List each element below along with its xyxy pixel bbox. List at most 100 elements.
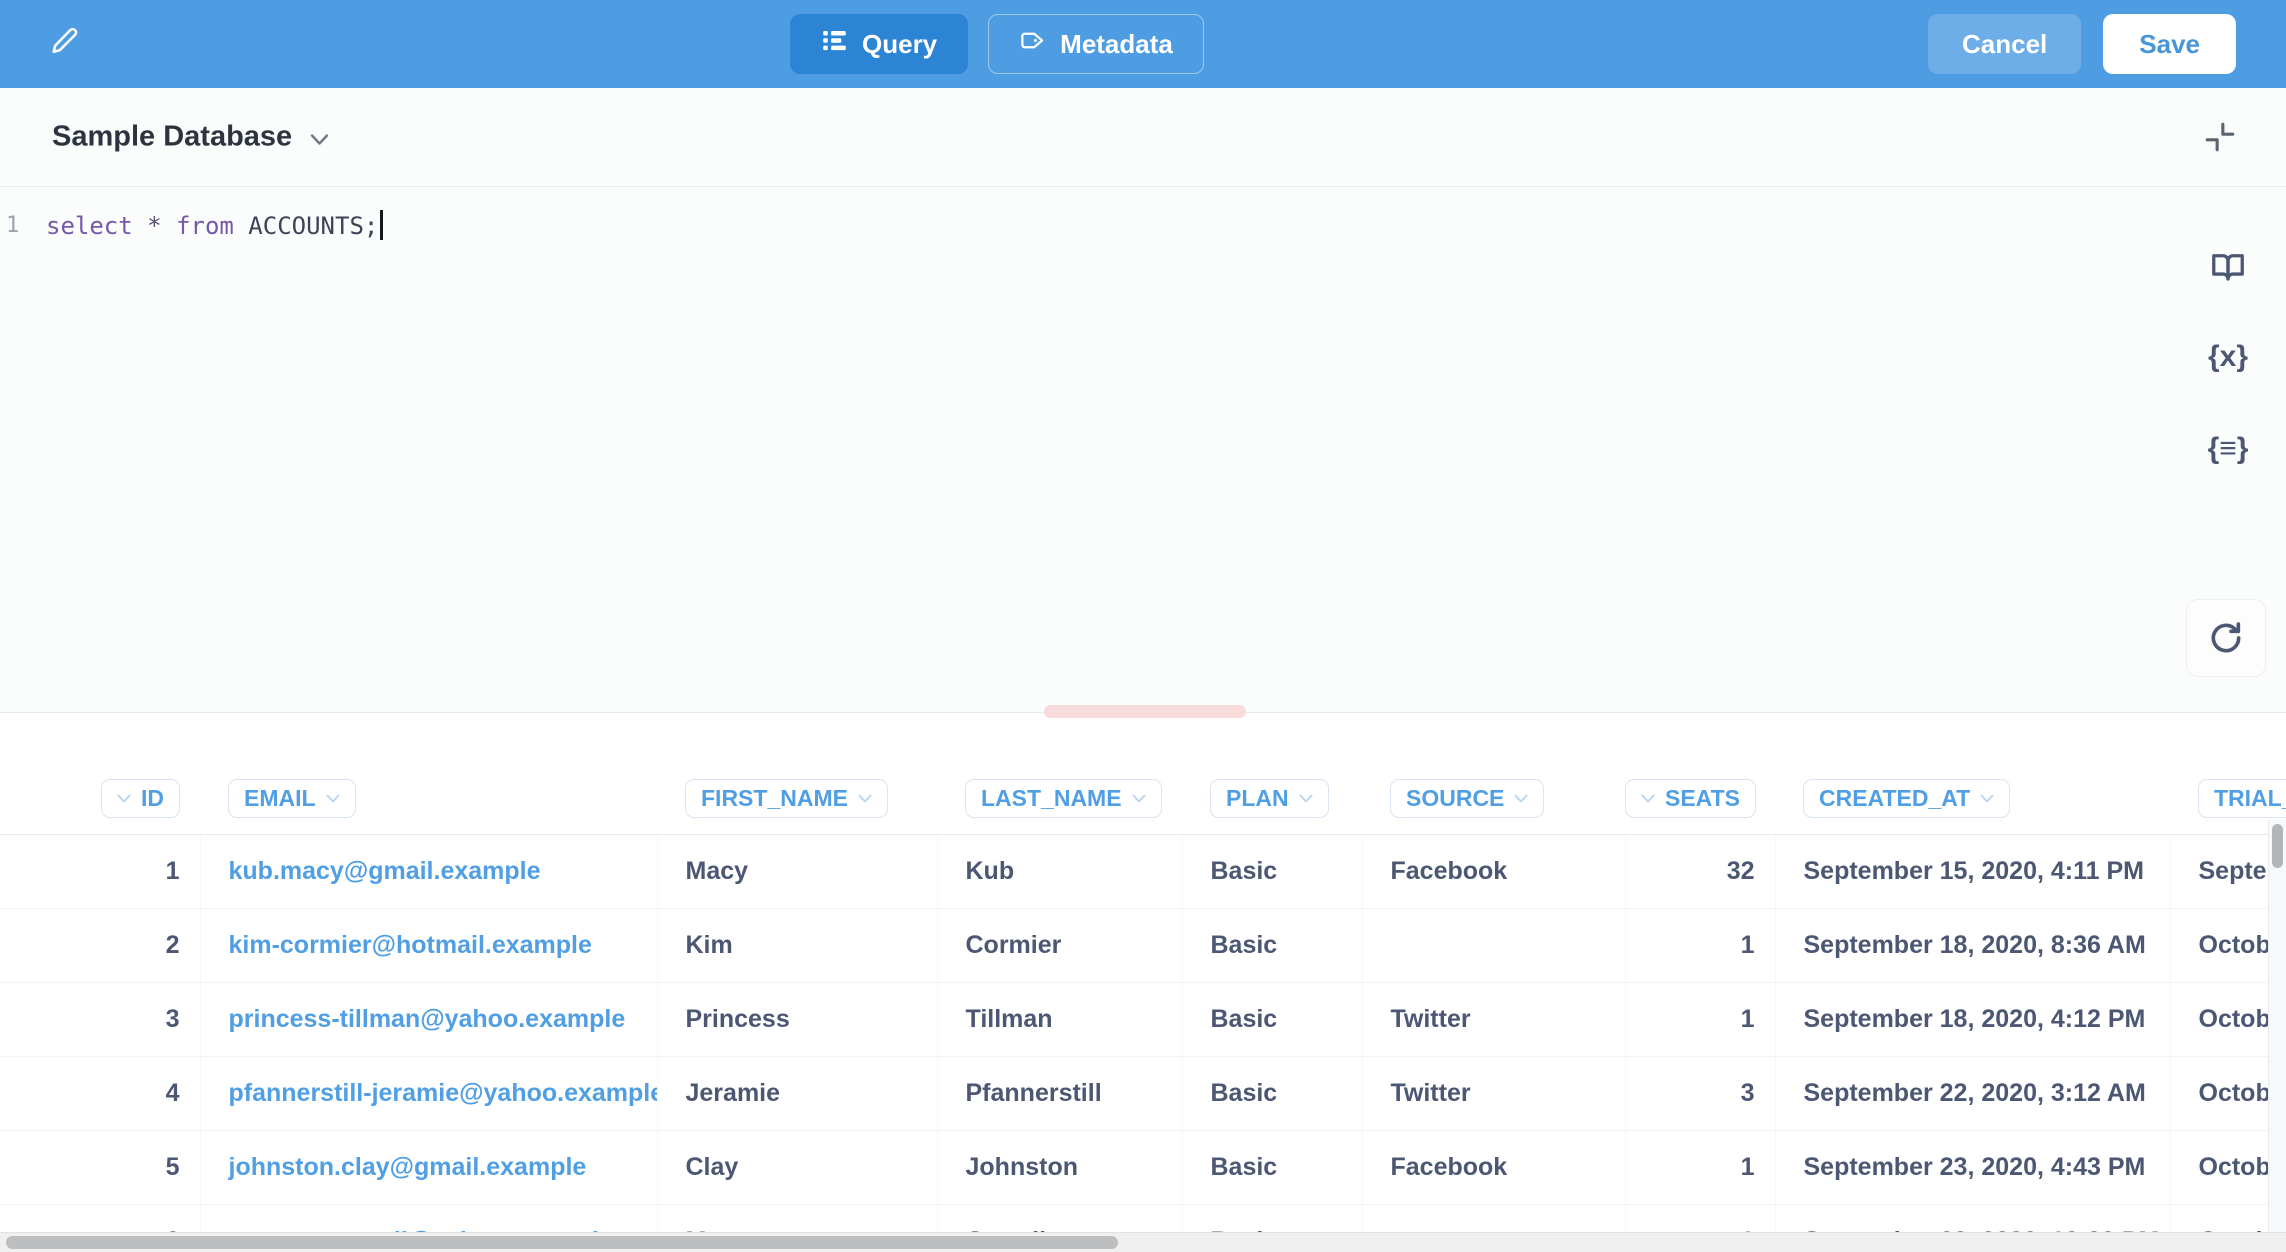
table-row: 1kub.macy@gmail.exampleMacyKubBasicFaceb… [0, 835, 2286, 909]
sql-code-row: 1 select * from ACCOUNTS; [0, 209, 2166, 243]
tag-icon [1019, 27, 1046, 61]
column-header-cell: FIRST_NAME [657, 713, 937, 835]
list-icon [821, 27, 848, 61]
email-link-cell[interactable]: kim-cormier@hotmail.example [200, 909, 657, 983]
column-header-cell: CREATED_AT [1775, 713, 2170, 835]
sql-token: select [46, 212, 133, 240]
column-header-id[interactable]: ID [101, 779, 180, 818]
table-cell[interactable]: 2 [0, 909, 200, 983]
variables-button[interactable]: {x} [2200, 329, 2256, 385]
database-selector[interactable]: Sample Database [52, 121, 329, 154]
column-label: SOURCE [1406, 785, 1504, 812]
column-label: PLAN [1226, 785, 1289, 812]
book-icon [2210, 249, 2246, 285]
table-cell[interactable]: 1 [0, 835, 200, 909]
table-cell[interactable]: Twitter [1362, 1057, 1625, 1131]
query-results-area: ID EMAIL FIRST_NAME LAST_NAME PLAN SOURCE SEAT… [0, 712, 2286, 1252]
table-cell[interactable]: Cormier [937, 909, 1182, 983]
sql-token [133, 212, 147, 240]
table-cell[interactable]: Macy [657, 835, 937, 909]
table-cell[interactable]: September 15, 2020, 4:11 PM [1775, 835, 2170, 909]
table-cell[interactable]: Twitter [1362, 983, 1625, 1057]
table-cell[interactable]: Facebook [1362, 1131, 1625, 1205]
tab-metadata[interactable]: Metadata [988, 14, 1204, 74]
column-header-source[interactable]: SOURCE [1390, 779, 1544, 818]
table-cell[interactable]: Basic [1182, 983, 1362, 1057]
table-cell[interactable]: Kub [937, 835, 1182, 909]
variables-icon: {x} [2208, 340, 2248, 374]
column-header-cell: PLAN [1182, 713, 1362, 835]
table-cell[interactable]: 1 [1625, 909, 1775, 983]
table-cell[interactable]: Kim [657, 909, 937, 983]
table-cell[interactable]: Clay [657, 1131, 937, 1205]
sql-token: * [147, 212, 161, 240]
table-cell[interactable]: 1 [1625, 983, 1775, 1057]
email-link-cell[interactable]: kub.macy@gmail.example [200, 835, 657, 909]
table-cell[interactable]: Johnston [937, 1131, 1182, 1205]
snippets-icon: {≡} [2208, 432, 2249, 466]
cancel-button[interactable]: Cancel [1928, 14, 2081, 74]
column-header-plan[interactable]: PLAN [1210, 779, 1329, 818]
vertical-scrollbar-thumb[interactable] [2272, 824, 2283, 868]
refresh-icon [2207, 619, 2245, 657]
column-header-first_name[interactable]: FIRST_NAME [685, 779, 888, 818]
column-header-cell: EMAIL [200, 713, 657, 835]
table-cell[interactable]: 4 [0, 1057, 200, 1131]
table-row: 5johnston.clay@gmail.exampleClayJohnston… [0, 1131, 2286, 1205]
data-reference-button[interactable] [2200, 239, 2256, 295]
sql-editor[interactable]: 1 select * from ACCOUNTS; {x} {≡} [0, 187, 2286, 712]
table-cell[interactable]: Basic [1182, 909, 1362, 983]
column-header-cell: TRIAL_EN [2170, 713, 2286, 835]
save-button[interactable]: Save [2103, 14, 2236, 74]
tab-query-label: Query [862, 29, 937, 60]
chevron-down-icon [310, 121, 329, 154]
column-header-seats[interactable]: SEATS [1625, 779, 1756, 818]
column-header-email[interactable]: EMAIL [228, 779, 356, 818]
snippets-button[interactable]: {≡} [2200, 421, 2256, 477]
table-cell[interactable]: September 22, 2020, 3:12 AM [1775, 1057, 2170, 1131]
horizontal-scrollbar-thumb[interactable] [6, 1236, 1118, 1249]
table-cell[interactable]: Pfannerstill [937, 1057, 1182, 1131]
column-header-cell: LAST_NAME [937, 713, 1182, 835]
table-cell[interactable]: Basic [1182, 835, 1362, 909]
column-label: FIRST_NAME [701, 785, 848, 812]
table-cell[interactable] [1362, 909, 1625, 983]
column-label: ID [141, 785, 164, 812]
table-cell[interactable]: 3 [0, 983, 200, 1057]
chevron-down-icon [1980, 794, 1994, 803]
table-cell[interactable]: Basic [1182, 1131, 1362, 1205]
chevron-down-icon [117, 794, 131, 803]
column-header-last_name[interactable]: LAST_NAME [965, 779, 1162, 818]
table-cell[interactable]: Princess [657, 983, 937, 1057]
column-header-trial_en[interactable]: TRIAL_EN [2198, 779, 2286, 818]
tab-query[interactable]: Query [790, 14, 968, 74]
horizontal-scrollbar[interactable] [0, 1232, 2286, 1252]
table-cell[interactable]: Tillman [937, 983, 1182, 1057]
table-cell[interactable]: 3 [1625, 1057, 1775, 1131]
vertical-scrollbar[interactable] [2268, 820, 2286, 1232]
column-label: EMAIL [244, 785, 316, 812]
contract-editor-button[interactable] [2196, 113, 2244, 161]
chevron-down-icon [1132, 794, 1146, 803]
table-cell[interactable]: Facebook [1362, 835, 1625, 909]
table-row: 2kim-cormier@hotmail.exampleKimCormierBa… [0, 909, 2286, 983]
text-cursor [380, 210, 383, 240]
editor-resize-handle[interactable] [1044, 705, 1246, 718]
run-query-button[interactable] [2186, 599, 2266, 677]
column-header-created_at[interactable]: CREATED_AT [1803, 779, 2010, 818]
results-table: ID EMAIL FIRST_NAME LAST_NAME PLAN SOURCE SEAT… [0, 713, 2286, 1252]
email-link-cell[interactable]: princess-tillman@yahoo.example [200, 983, 657, 1057]
table-cell[interactable]: 1 [1625, 1131, 1775, 1205]
table-row: 4pfannerstill-jeramie@yahoo.exampleJeram… [0, 1057, 2286, 1131]
table-cell[interactable]: Basic [1182, 1057, 1362, 1131]
table-cell[interactable]: Jeramie [657, 1057, 937, 1131]
table-cell[interactable]: September 23, 2020, 4:43 PM [1775, 1131, 2170, 1205]
table-cell[interactable]: 32 [1625, 835, 1775, 909]
table-cell[interactable]: September 18, 2020, 4:12 PM [1775, 983, 2170, 1057]
table-cell[interactable]: 5 [0, 1131, 200, 1205]
sql-token: from [176, 212, 234, 240]
email-link-cell[interactable]: johnston.clay@gmail.example [200, 1131, 657, 1205]
table-cell[interactable]: September 18, 2020, 8:36 AM [1775, 909, 2170, 983]
email-link-cell[interactable]: pfannerstill-jeramie@yahoo.example [200, 1057, 657, 1131]
pencil-icon [48, 24, 84, 64]
